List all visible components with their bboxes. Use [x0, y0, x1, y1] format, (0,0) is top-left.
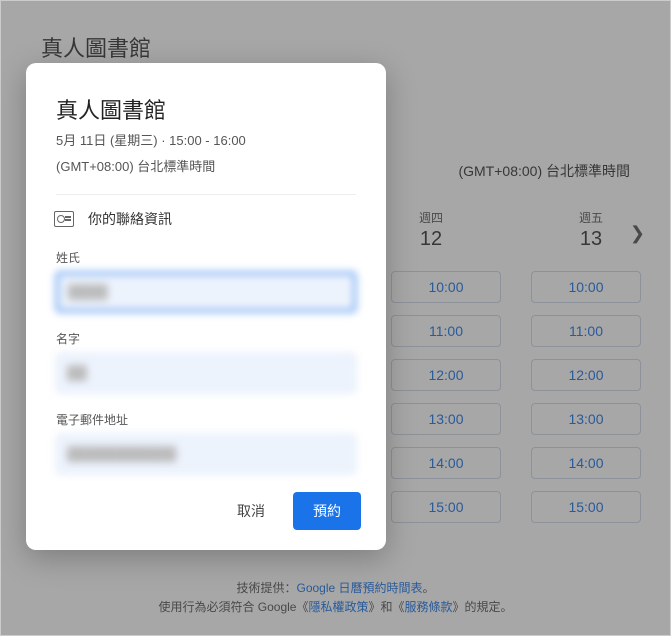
- modal-datetime: 5月 11日 (星期三) · 15:00 - 16:00: [56, 131, 356, 151]
- booking-modal: 真人圖書館 5月 11日 (星期三) · 15:00 - 16:00 (GMT+…: [26, 63, 386, 550]
- firstname-label: 名字: [56, 330, 356, 347]
- modal-timezone: (GMT+08:00) 台北標準時間: [56, 157, 356, 177]
- firstname-input[interactable]: [56, 353, 356, 393]
- lastname-label: 姓氏: [56, 249, 356, 266]
- lastname-input[interactable]: [56, 272, 356, 312]
- contact-heading: 你的聯絡資訊: [88, 209, 172, 229]
- modal-title: 真人圖書館: [56, 93, 356, 125]
- email-input[interactable]: [56, 434, 356, 474]
- email-label: 電子郵件地址: [56, 411, 356, 428]
- cancel-button[interactable]: 取消: [217, 492, 285, 530]
- submit-button[interactable]: 預約: [293, 492, 361, 530]
- divider: [56, 194, 356, 195]
- contact-card-icon: [54, 211, 74, 227]
